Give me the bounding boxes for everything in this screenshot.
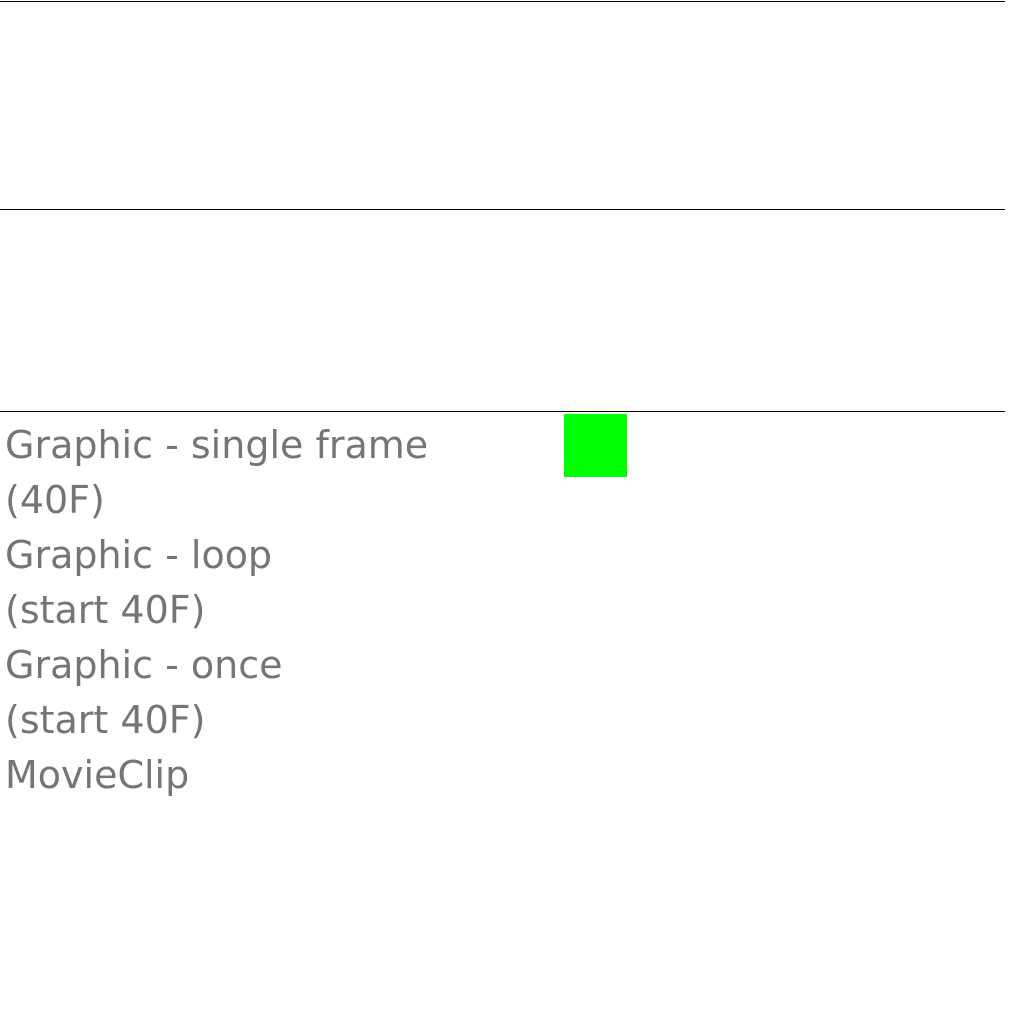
label-movieclip: MovieClip <box>5 748 525 803</box>
green-square-graphic <box>564 414 627 477</box>
label-graphic-loop-detail: (start 40F) <box>5 588 206 632</box>
label-graphic-once-title: Graphic - once <box>5 643 283 687</box>
divider-top <box>0 1 1005 2</box>
symbol-type-list: Graphic - single frame (40F) Graphic - l… <box>5 418 525 803</box>
label-graphic-single-frame-title: Graphic - single frame <box>5 423 429 467</box>
label-graphic-once: Graphic - once (start 40F) <box>5 638 525 748</box>
label-graphic-loop-title: Graphic - loop <box>5 533 273 577</box>
divider-bottom <box>0 411 1005 412</box>
label-graphic-loop: Graphic - loop (start 40F) <box>5 528 525 638</box>
label-graphic-once-detail: (start 40F) <box>5 698 206 742</box>
label-movieclip-title: MovieClip <box>5 753 190 797</box>
divider-middle <box>0 209 1005 210</box>
label-graphic-single-frame: Graphic - single frame (40F) <box>5 418 525 528</box>
label-graphic-single-frame-detail: (40F) <box>5 478 105 522</box>
